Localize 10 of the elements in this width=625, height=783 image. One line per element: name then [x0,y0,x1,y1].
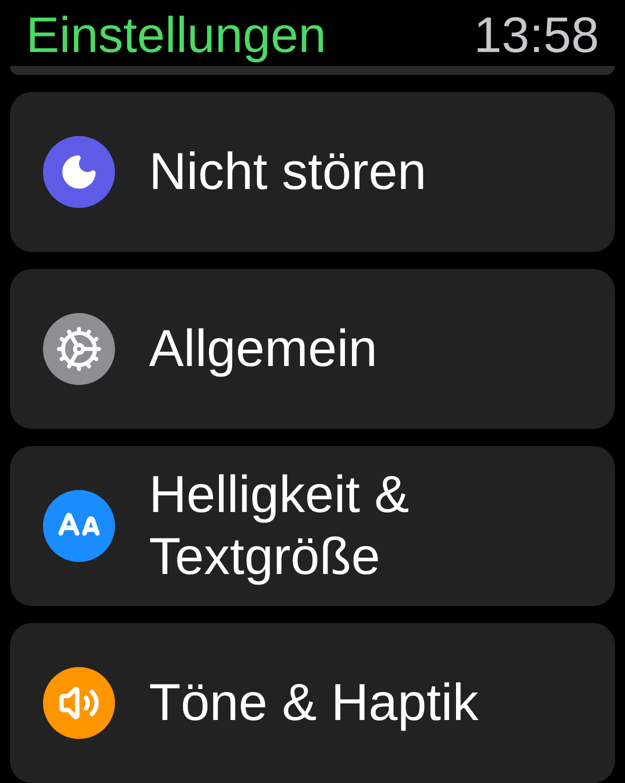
settings-row[interactable]: Allgemein [10,269,615,429]
clock-time: 13:58 [474,10,599,60]
row-label: Töne & Haptik [149,673,478,734]
settings-row[interactable]: Töne & Haptik [10,623,615,783]
settings-row[interactable]: Nicht stören [10,92,615,252]
row-label: Helligkeit & Textgröße [149,465,410,588]
row-label: Allgemein [149,319,378,380]
settings-row[interactable]: Helligkeit & Textgröße [10,446,615,606]
screen-title: Einstellungen [26,10,326,60]
row-label: Nicht stören [149,142,426,203]
